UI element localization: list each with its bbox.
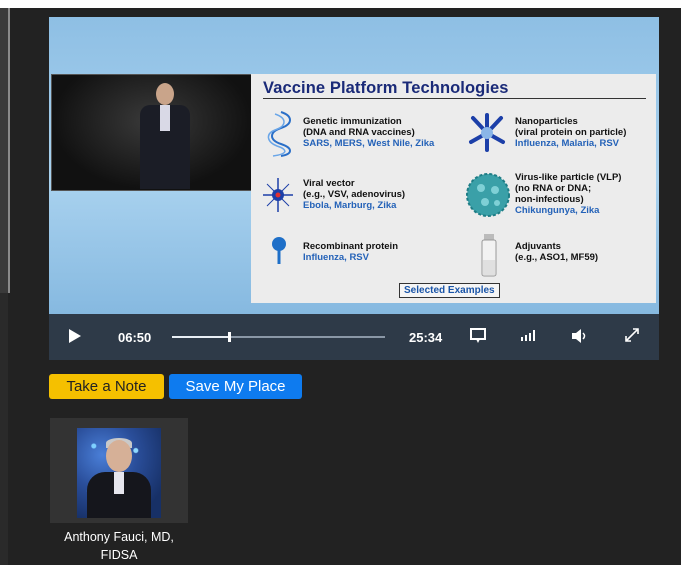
vial-icon [481, 234, 497, 277]
selected-examples-label: Selected Examples [399, 283, 500, 298]
slide-item-adjuvants: Adjuvants (e.g., ASO1, MF59) [515, 241, 599, 263]
video-frame: Vaccine Platform Technologies Genetic im… [49, 17, 659, 314]
left-panel-lower [0, 293, 8, 565]
volume-icon[interactable] [572, 329, 588, 343]
slide-item-viral-vector: Viral vector (e.g., VSV, adenovirus) Ebo… [303, 178, 406, 211]
slide-item-nanoparticles: Nanoparticles (viral protein on particle… [515, 116, 627, 149]
player-controls: 06:50 25:34 [49, 314, 659, 360]
slide-item-vlp: Virus-like particle (VLP) (no RNA or DNA… [515, 172, 622, 216]
captions-icon[interactable] [470, 328, 486, 344]
left-panel-edge [0, 8, 10, 293]
take-note-button[interactable]: Take a Note [49, 374, 164, 399]
vlp-icon [466, 173, 510, 217]
slide-item-recombinant: Recombinant protein Influenza, RSV [303, 241, 399, 263]
save-my-place-button[interactable]: Save My Place [169, 374, 302, 399]
seek-bar[interactable] [172, 332, 385, 342]
slide-item-genetic: Genetic immunization (DNA and RNA vaccin… [303, 116, 435, 149]
presentation-slide: Vaccine Platform Technologies Genetic im… [251, 74, 656, 303]
video-player[interactable]: Vaccine Platform Technologies Genetic im… [49, 17, 659, 360]
slide-title: Vaccine Platform Technologies [263, 79, 509, 97]
nanoparticle-icon [469, 113, 505, 152]
current-time: 06:50 [118, 330, 152, 345]
top-bar [0, 0, 681, 8]
viral-vector-icon [263, 178, 293, 212]
seek-handle[interactable] [227, 332, 231, 342]
quality-icon[interactable] [521, 330, 535, 341]
speaker-photo[interactable] [77, 428, 161, 518]
play-icon[interactable] [69, 329, 81, 343]
seek-progress [172, 336, 229, 338]
dna-icon [267, 111, 291, 157]
speaker-name[interactable]: Anthony Fauci, MD, FIDSA [40, 528, 198, 564]
speaker-video-inset [51, 74, 253, 191]
duration-time: 25:34 [409, 330, 443, 345]
protein-icon [272, 237, 286, 264]
fullscreen-icon[interactable] [625, 328, 639, 342]
speaker-card[interactable] [50, 418, 188, 523]
slide-divider [263, 98, 646, 99]
